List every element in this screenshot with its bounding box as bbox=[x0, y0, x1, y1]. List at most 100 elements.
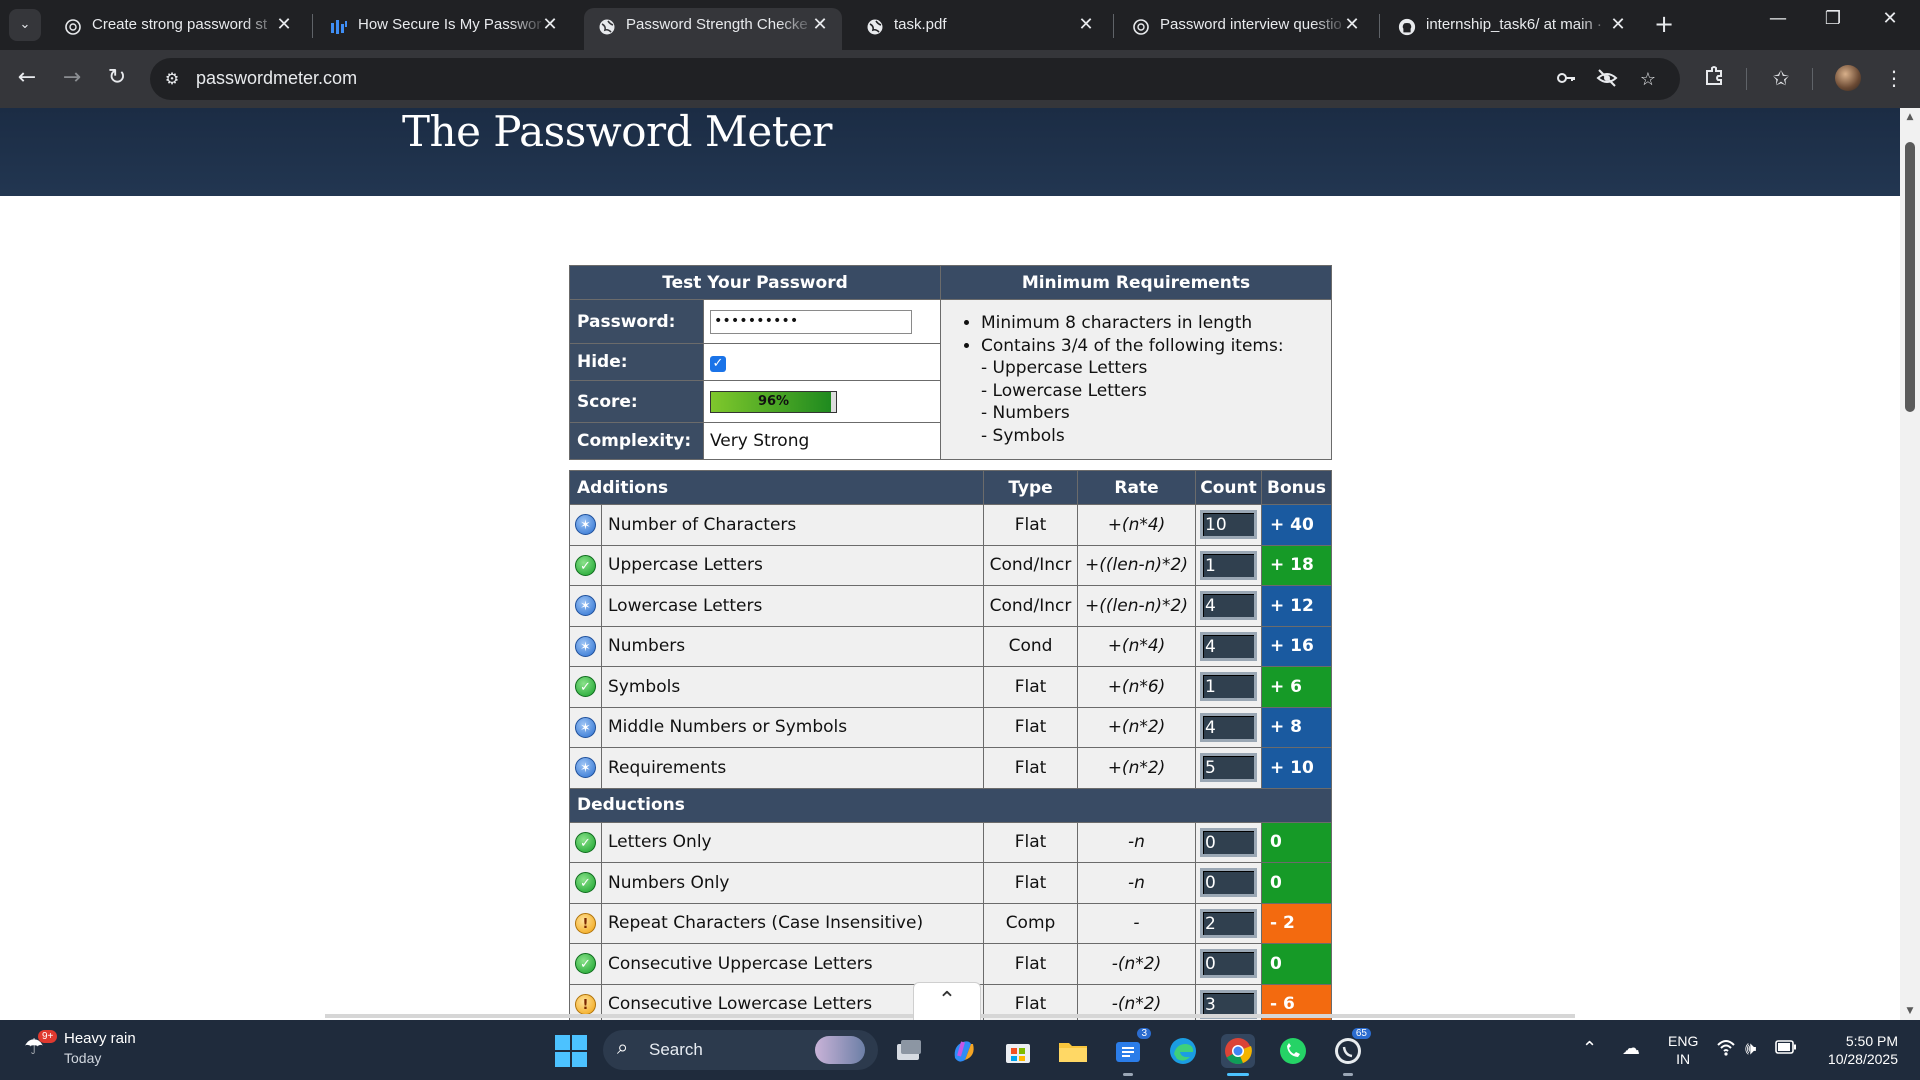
start-button[interactable] bbox=[555, 1035, 587, 1067]
criteria-name: Numbers bbox=[601, 625, 984, 667]
tab-password-interview[interactable]: Password interview questio ✕ bbox=[1118, 8, 1374, 50]
back-button[interactable]: ← bbox=[13, 64, 41, 92]
table-row: ✶ Number of Characters Flat +(n*4) 10 + 40 bbox=[569, 504, 1332, 546]
tab-how-secure[interactable]: How Secure Is My Passwor ✕ bbox=[316, 8, 572, 50]
wifi-icon[interactable] bbox=[1716, 1038, 1736, 1061]
criteria-name: Consecutive Uppercase Letters bbox=[601, 943, 984, 985]
profile-avatar[interactable] bbox=[1835, 65, 1861, 91]
count-box: 2 bbox=[1200, 908, 1257, 938]
requirement-item: Contains 3/4 of the following items: bbox=[981, 335, 1331, 358]
tab-search-button[interactable]: ⌄ bbox=[9, 9, 41, 41]
whatsapp-icon[interactable] bbox=[1276, 1034, 1310, 1068]
security-org-icon bbox=[330, 18, 348, 36]
check-circle-icon: ✓ bbox=[575, 872, 596, 894]
count-cell: 4 bbox=[1195, 706, 1262, 748]
close-tab-icon[interactable]: ✕ bbox=[274, 14, 294, 35]
reload-button[interactable]: ↻ bbox=[103, 64, 131, 92]
count-cell: 1 bbox=[1195, 544, 1262, 586]
password-input[interactable]: •••••••••• bbox=[710, 309, 912, 334]
status-cell: ✶ bbox=[569, 625, 602, 667]
tab-task-pdf[interactable]: task.pdf ✕ bbox=[852, 8, 1108, 50]
sufficient-star-icon: ✶ bbox=[575, 514, 596, 536]
volume-icon[interactable]: 🕪 bbox=[1745, 1038, 1756, 1059]
score-bar: 96% bbox=[710, 390, 837, 413]
extensions-icon[interactable] bbox=[1700, 64, 1728, 92]
site-info-icon[interactable]: ⚙ bbox=[160, 67, 184, 91]
scroll-down-arrow-icon[interactable]: ▼ bbox=[1904, 1006, 1916, 1016]
show-hidden-icons-chevron-icon[interactable]: ⌃ bbox=[1582, 1038, 1597, 1059]
complexity-label: Complexity: bbox=[569, 422, 704, 460]
tab-separator bbox=[1379, 14, 1380, 38]
table-row: ✶ Requirements Flat +(n*2) 5 + 10 bbox=[569, 747, 1332, 789]
tracking-protection-icon[interactable] bbox=[1594, 67, 1620, 93]
count-box: 0 bbox=[1200, 949, 1257, 979]
close-tab-icon[interactable]: ✕ bbox=[1342, 14, 1362, 35]
taskbar-search[interactable]: ⌕ Search bbox=[603, 1030, 878, 1070]
password-key-icon[interactable] bbox=[1553, 67, 1579, 93]
language-code: ENG bbox=[1668, 1033, 1699, 1049]
restore-button[interactable]: ❐ bbox=[1813, 8, 1853, 29]
criteria-type: Flat bbox=[983, 943, 1078, 985]
menu-kebab-icon[interactable]: ⋮ bbox=[1880, 64, 1908, 92]
criteria-rate: +((len-n)*2) bbox=[1077, 585, 1196, 627]
tab-create-strong-password[interactable]: Create strong password st ✕ bbox=[50, 8, 306, 50]
close-tab-icon[interactable]: ✕ bbox=[540, 14, 560, 35]
status-cell: ✓ bbox=[569, 666, 602, 708]
openai-icon bbox=[1132, 18, 1150, 36]
scrollbar-thumb[interactable] bbox=[1905, 142, 1915, 412]
search-label: Search bbox=[649, 1040, 703, 1059]
bonus-value: + 8 bbox=[1261, 706, 1332, 748]
bookmark-star-icon[interactable]: ☆ bbox=[1635, 67, 1661, 93]
page-scrollbar[interactable]: ▲ ▼ bbox=[1900, 108, 1920, 1020]
count-box: 1 bbox=[1200, 550, 1257, 580]
file-explorer-icon[interactable] bbox=[1056, 1034, 1090, 1068]
browser-tab-strip: ⌄ Create strong password st ✕ How Secure… bbox=[0, 0, 1920, 50]
system-clock[interactable]: 5:50 PM 10/28/2025 bbox=[1818, 1032, 1898, 1068]
complexity-value: Very Strong bbox=[703, 422, 941, 460]
tab-title: Password interview questio bbox=[1160, 16, 1342, 33]
scroll-to-top-button[interactable]: ⌃ bbox=[913, 982, 981, 1020]
copilot-icon[interactable] bbox=[947, 1034, 981, 1068]
scroll-up-arrow-icon[interactable]: ▲ bbox=[1904, 112, 1916, 122]
close-tab-icon[interactable]: ✕ bbox=[1608, 14, 1628, 35]
sufficient-star-icon: ✶ bbox=[575, 757, 596, 779]
chrome-icon[interactable] bbox=[1221, 1034, 1255, 1076]
microsoft-store-icon[interactable] bbox=[1001, 1034, 1035, 1068]
running-indicator bbox=[1123, 1073, 1133, 1076]
deductions-heading: Deductions bbox=[569, 787, 1332, 823]
sufficient-star-icon: ✶ bbox=[575, 635, 596, 657]
check-circle-icon: ✓ bbox=[575, 554, 596, 576]
close-tab-icon[interactable]: ✕ bbox=[1076, 14, 1096, 35]
table-row: ✶ Middle Numbers or Symbols Flat +(n*2) 4 + 8 bbox=[569, 706, 1332, 748]
new-tab-button[interactable]: + bbox=[1650, 10, 1678, 38]
criteria-rate: -(n*2) bbox=[1077, 943, 1196, 985]
edge-icon[interactable] bbox=[1166, 1034, 1200, 1068]
count-cell: 0 bbox=[1195, 862, 1262, 904]
store-app-icon[interactable]: 3 bbox=[1111, 1028, 1151, 1076]
battery-icon[interactable] bbox=[1775, 1038, 1797, 1059]
language-indicator[interactable]: ENG IN bbox=[1668, 1032, 1698, 1068]
tab-github-internship[interactable]: internship_task6/ at main · ✕ bbox=[1384, 8, 1640, 50]
windows-logo-tile bbox=[555, 1052, 570, 1067]
address-bar[interactable]: ⚙ passwordmeter.com ☆ bbox=[150, 58, 1680, 100]
cloud-offline-icon[interactable]: ☁ bbox=[1622, 1038, 1640, 1059]
status-cell: ✓ bbox=[569, 862, 602, 904]
close-window-button[interactable]: ✕ bbox=[1870, 8, 1910, 29]
check-circle-icon: ✓ bbox=[575, 831, 596, 853]
score-breakdown-table: Additions Type Rate Count Bonus ✶ Number … bbox=[569, 470, 1332, 1020]
criteria-rate: +(n*2) bbox=[1077, 706, 1196, 748]
weather-subtitle: Today bbox=[64, 1050, 102, 1066]
task-view-icon[interactable] bbox=[892, 1034, 926, 1068]
criteria-type: Cond/Incr bbox=[983, 544, 1078, 586]
count-box: 10 bbox=[1200, 510, 1257, 540]
whatsapp-business-icon[interactable]: 65 bbox=[1331, 1028, 1371, 1076]
hide-checkbox[interactable]: ✓ bbox=[710, 356, 726, 372]
bonus-value: + 18 bbox=[1261, 544, 1332, 586]
sufficient-star-icon: ✶ bbox=[575, 595, 596, 617]
minimize-button[interactable]: — bbox=[1758, 8, 1798, 29]
count-cell: 5 bbox=[1195, 747, 1262, 789]
forward-button[interactable]: → bbox=[58, 64, 86, 92]
tab-password-strength-checker[interactable]: Password Strength Checke ✕ bbox=[584, 8, 842, 50]
bookmarks-icon[interactable]: ✩ bbox=[1767, 64, 1795, 92]
close-tab-icon[interactable]: ✕ bbox=[810, 14, 830, 35]
